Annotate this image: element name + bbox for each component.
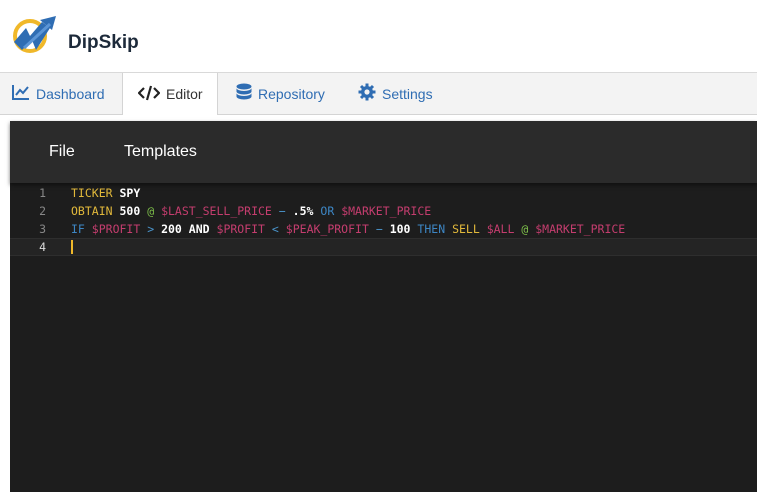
code-line[interactable]: 4: [10, 238, 757, 256]
line-text: TICKER SPY: [71, 184, 140, 202]
templates-menu[interactable]: Templates: [124, 143, 197, 161]
code-token: .5%: [292, 204, 314, 218]
line-number: 1: [39, 186, 46, 200]
code-token: 200: [161, 222, 182, 236]
tab-label: Dashboard: [36, 85, 105, 102]
text-cursor: [71, 240, 73, 254]
tab-bar: Dashboard Editor Repository Settings: [0, 73, 757, 115]
code-token: OR: [320, 204, 335, 218]
code-token: 100: [389, 222, 411, 236]
line-text: IF $PROFIT > 200 AND $PROFIT < $PEAK_PRO…: [71, 220, 625, 238]
logo[interactable]: DipSkip: [12, 16, 139, 61]
line-number: 4: [39, 240, 46, 254]
code-token: SPY: [119, 186, 141, 200]
code-editor[interactable]: File Templates 1 TICKER SPY 2 OBTAIN 500 @ …: [10, 121, 757, 492]
chart-line-icon: [12, 84, 36, 103]
code-token: SELL: [452, 222, 480, 236]
database-icon: [236, 83, 258, 104]
logo-icon: [12, 16, 64, 61]
tab-settings[interactable]: Settings: [358, 73, 433, 114]
code-token: 500: [119, 204, 141, 218]
code-token: AND: [188, 222, 210, 236]
tab-label: Settings: [382, 85, 433, 102]
code-line[interactable]: 3 IF $PROFIT > 200 AND $PROFIT < $PEAK_PR…: [10, 220, 757, 238]
gear-icon: [358, 83, 382, 104]
code-token: $MARKET_PRICE: [535, 222, 626, 236]
code-token: $LAST_SELL_PRICE: [161, 204, 272, 218]
code-token: $MARKET_PRICE: [341, 204, 432, 218]
code-token: IF: [71, 222, 85, 236]
editor-menubar: File Templates: [10, 121, 757, 183]
tab-repository[interactable]: Repository: [236, 73, 325, 114]
tab-editor[interactable]: Editor: [122, 73, 218, 115]
code-token: $PROFIT: [216, 222, 265, 236]
tab-label: Editor: [166, 86, 203, 102]
code-line[interactable]: 1 TICKER SPY: [10, 184, 757, 202]
code-token: <: [271, 222, 279, 236]
code-token: TICKER: [71, 186, 113, 200]
code-icon: [137, 85, 166, 104]
code-token: $PEAK_PROFIT: [285, 222, 369, 236]
app-header: DipSkip: [0, 0, 757, 73]
code-area[interactable]: 1 TICKER SPY 2 OBTAIN 500 @ $LAST_SELL_PRIC…: [10, 184, 757, 256]
logo-text: DipSkip: [68, 31, 139, 53]
tab-dashboard[interactable]: Dashboard: [12, 73, 105, 114]
code-token: THEN: [417, 222, 446, 236]
line-text: OBTAIN 500 @ $LAST_SELL_PRICE − .5% OR $…: [71, 202, 431, 220]
file-menu[interactable]: File: [49, 143, 75, 161]
code-token: −: [278, 204, 286, 218]
code-token: OBTAIN: [71, 204, 113, 218]
tab-label: Repository: [258, 85, 325, 102]
code-token: −: [375, 222, 383, 236]
line-number: 3: [39, 222, 46, 236]
code-token: $ALL: [486, 222, 515, 236]
code-line[interactable]: 2 OBTAIN 500 @ $LAST_SELL_PRICE − .5% OR …: [10, 202, 757, 220]
code-token: $PROFIT: [91, 222, 141, 236]
line-number: 2: [39, 204, 46, 218]
